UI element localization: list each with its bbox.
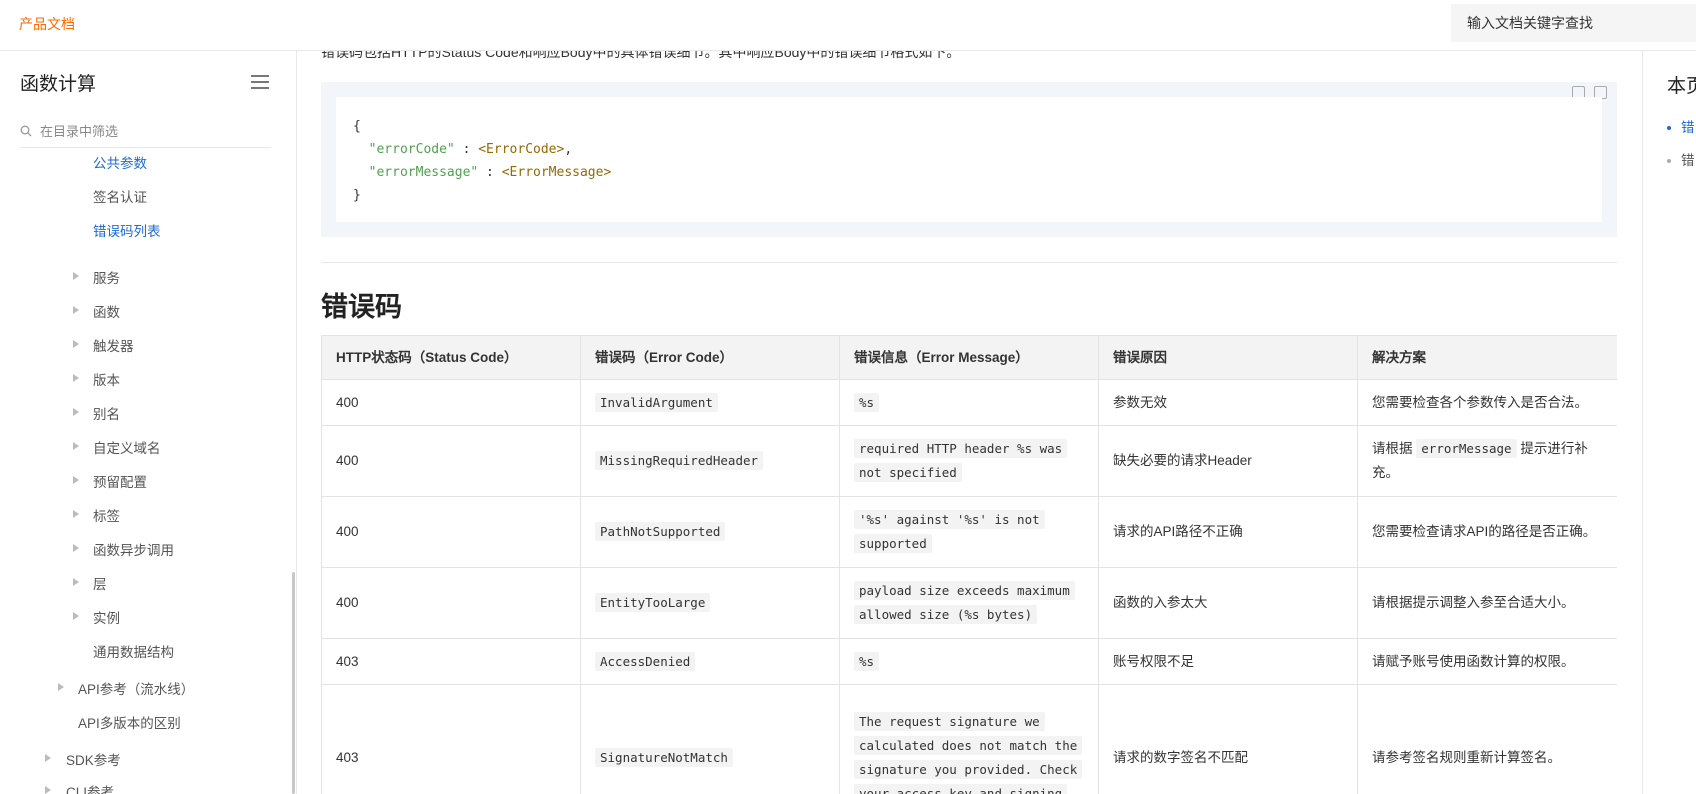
expand-arrow-icon[interactable] <box>73 374 79 382</box>
sidebar-item-error-codes[interactable]: 错误码列表 <box>93 220 161 240</box>
status-cell: 400 <box>321 425 581 497</box>
error-message: %s <box>854 392 880 412</box>
top-bar: 产品文档 <box>0 0 1696 51</box>
status-cell: 403 <box>321 638 581 685</box>
toc-item[interactable]: 错 <box>1667 116 1695 136</box>
solution-cell: 您需要检查各个参数传入是否合法。 <box>1357 379 1617 426</box>
expand-arrow-icon[interactable] <box>58 683 64 691</box>
expand-arrow-icon[interactable] <box>73 340 79 348</box>
status-cell: 400 <box>321 567 581 639</box>
reason-cell: 函数的入参太大 <box>1098 567 1358 639</box>
main-content: 错误码包括HTTP的Status Code和响应Body中的具体错误细节。其中响… <box>321 51 1617 794</box>
expand-arrow-icon[interactable] <box>73 510 79 518</box>
table-row: 400 InvalidArgument %s 参数无效 您需要检查各个参数传入是… <box>321 379 1617 426</box>
section-heading: 错误码 <box>321 292 402 322</box>
sidebar-item-layer[interactable]: 层 <box>93 573 107 593</box>
sidebar-item-alias[interactable]: 别名 <box>93 403 120 423</box>
expand-arrow-icon[interactable] <box>73 476 79 484</box>
intro-text: 错误码包括HTTP的Status Code和响应Body中的具体错误细节。其中响… <box>321 51 961 60</box>
table-row: 403 AccessDenied %s 账号权限不足 请赋予账号使用函数计算的权… <box>321 638 1617 685</box>
reason-cell: 参数无效 <box>1098 379 1358 426</box>
reason-cell: 缺失必要的请求Header <box>1098 425 1358 497</box>
solution-cell: 请根据 errorMessage 提示进行补充。 <box>1357 425 1617 497</box>
error-code: InvalidArgument <box>595 392 718 412</box>
toc-title: 本页 <box>1667 76 1696 97</box>
status-cell: 403 <box>321 684 581 794</box>
sidebar-item-version[interactable]: 版本 <box>93 369 120 389</box>
brand-link[interactable]: 产品文档 <box>19 14 75 34</box>
error-message: payload size exceeds maximum allowed siz… <box>854 581 1075 624</box>
sidebar-item-sdk-reference[interactable]: SDK参考 <box>66 749 121 769</box>
error-message: '%s' against '%s' is not supported <box>854 510 1045 553</box>
sidebar-title: 函数计算 <box>20 74 97 95</box>
column-header: HTTP状态码（Status Code） <box>321 335 581 380</box>
sidebar-item-function[interactable]: 函数 <box>93 301 120 321</box>
sidebar-item-tags[interactable]: 标签 <box>93 505 120 525</box>
error-message: %s <box>854 651 880 671</box>
error-code-table: HTTP状态码（Status Code） 错误码（Error Code） 错误信… <box>321 335 1617 794</box>
sidebar-filter <box>20 117 271 148</box>
menu-icon[interactable] <box>251 75 269 89</box>
divider <box>321 262 1617 263</box>
sidebar-item-common-params[interactable]: 公共参数 <box>93 152 147 172</box>
solution-cell: 请参考签名规则重新计算签名。 <box>1357 684 1617 794</box>
error-code: AccessDenied <box>595 651 696 671</box>
inline-code: errorMessage <box>1416 439 1517 458</box>
sidebar-item-custom-domain[interactable]: 自定义域名 <box>93 437 161 457</box>
error-code: PathNotSupported <box>595 522 726 541</box>
solution-cell: 请赋予账号使用函数计算的权限。 <box>1357 638 1617 685</box>
sidebar-item-service[interactable]: 服务 <box>93 267 120 287</box>
error-code: EntityTooLarge <box>595 593 711 612</box>
status-cell: 400 <box>321 379 581 426</box>
expand-arrow-icon[interactable] <box>45 754 51 762</box>
code-content: { "errorCode" : <ErrorCode>, "errorMessa… <box>353 119 612 203</box>
table-row: 400 PathNotSupported '%s' against '%s' i… <box>321 496 1617 568</box>
expand-arrow-icon[interactable] <box>73 408 79 416</box>
error-message: required HTTP header %s was not specifie… <box>854 439 1068 482</box>
sidebar: 函数计算 公共参数 签名认证 错误码列表 服务 函数 触发器 版本 别名 自定义… <box>0 51 297 794</box>
sidebar-filter-input[interactable] <box>40 121 260 141</box>
reason-cell: 请求的API路径不正确 <box>1098 496 1358 568</box>
code-block: { "errorCode" : <ErrorCode>, "errorMessa… <box>321 82 1617 237</box>
reason-cell: 账号权限不足 <box>1098 638 1358 685</box>
error-code: SignatureNotMatch <box>595 747 733 767</box>
search-icon <box>20 125 32 137</box>
column-header: 错误原因 <box>1098 335 1358 380</box>
expand-arrow-icon[interactable] <box>73 306 79 314</box>
expand-arrow-icon[interactable] <box>73 578 79 586</box>
reason-cell: 请求的数字签名不匹配 <box>1098 684 1358 794</box>
expand-arrow-icon[interactable] <box>73 442 79 450</box>
expand-arrow-icon[interactable] <box>45 786 51 794</box>
table-row: 400 MissingRequiredHeader required HTTP … <box>321 425 1617 497</box>
expand-arrow-icon[interactable] <box>73 272 79 280</box>
sidebar-item-common-data-structures[interactable]: 通用数据结构 <box>93 641 174 661</box>
table-header-row: HTTP状态码（Status Code） 错误码（Error Code） 错误信… <box>321 335 1617 380</box>
sidebar-item-api-version-diff[interactable]: API多版本的区别 <box>78 712 181 732</box>
expand-arrow-icon[interactable] <box>73 612 79 620</box>
sidebar-item-signature-auth[interactable]: 签名认证 <box>93 186 147 206</box>
toc-item[interactable]: 错 <box>1667 149 1695 169</box>
page-toc: 本页 错 错 <box>1642 51 1696 794</box>
sidebar-item-trigger[interactable]: 触发器 <box>93 335 134 355</box>
doc-search-input[interactable] <box>1451 4 1696 42</box>
column-header: 解决方案 <box>1357 335 1617 380</box>
sidebar-item-provision-config[interactable]: 预留配置 <box>93 471 147 491</box>
error-message: The request signature we calculated does… <box>854 711 1083 794</box>
table-row: 400 EntityTooLarge payload size exceeds … <box>321 567 1617 639</box>
sidebar-item-cli-reference[interactable]: CLI参考 <box>66 781 114 794</box>
table-row: 403 SignatureNotMatch The request signat… <box>321 684 1617 794</box>
status-cell: 400 <box>321 496 581 568</box>
expand-arrow-icon[interactable] <box>73 544 79 552</box>
solution-cell: 您需要检查请求API的路径是否正确。 <box>1357 496 1617 568</box>
sidebar-item-instance[interactable]: 实例 <box>93 607 120 627</box>
column-header: 错误信息（Error Message） <box>839 335 1099 380</box>
error-code: MissingRequiredHeader <box>595 451 764 470</box>
sidebar-item-async-invoke[interactable]: 函数异步调用 <box>93 539 174 559</box>
column-header: 错误码（Error Code） <box>580 335 840 380</box>
sidebar-scrollbar[interactable] <box>292 572 295 794</box>
sidebar-item-api-pipeline[interactable]: API参考（流水线） <box>78 678 194 698</box>
solution-cell: 请根据提示调整入参至合适大小。 <box>1357 567 1617 639</box>
